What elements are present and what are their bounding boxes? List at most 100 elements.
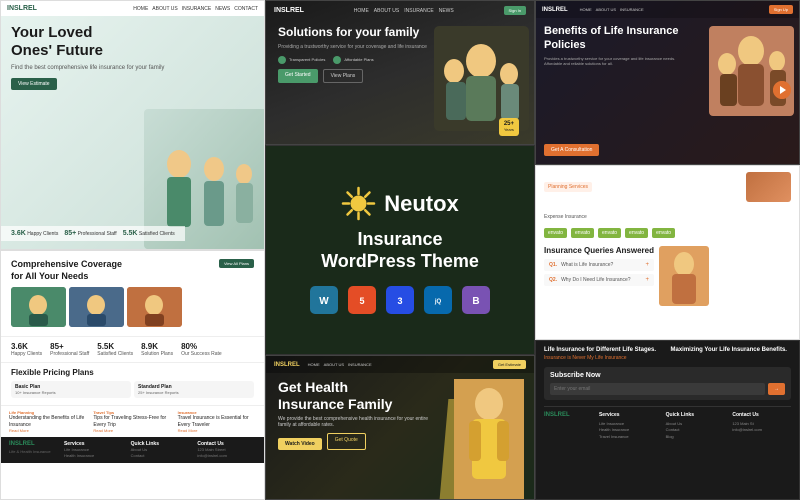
feature-transparent: Transparent Policies (278, 56, 325, 64)
card-center-hero: INSLREL HOME ABOUT US INSURANCE NEWS Sig… (265, 0, 535, 145)
orange-circle-button[interactable] (773, 81, 791, 99)
coverage-img-3 (127, 287, 182, 327)
get-estimate-button[interactable]: Get Estimate (493, 360, 526, 369)
cnav-home[interactable]: HOME (354, 8, 369, 14)
svg-text:jQ: jQ (434, 299, 442, 305)
footer-links-col: Quick Links About Us Contact (131, 441, 190, 459)
blog-items: Life Planning Understanding the Benefits… (9, 410, 256, 433)
nav-contact[interactable]: CONTACT (234, 6, 258, 12)
footer-right-services: Services Life Insurance Health Insurance… (599, 412, 658, 440)
get-health-subtitle: We provide the best comprehensive health… (278, 416, 438, 428)
years-badge: 25+Years (499, 118, 519, 136)
features-row: Transparent Policies Affordable Plans (278, 56, 428, 64)
stat-8.9k: 8.9K Solution Plans (141, 342, 173, 357)
expand-icon-2[interactable]: + (645, 277, 649, 283)
right-column: INSLREL HOME ABOUT US INSURANCE Sign Up … (535, 0, 800, 500)
subscribe-email-input[interactable] (550, 383, 765, 395)
query-item-2[interactable]: Q2. Why Do I Need Life Insurance? + (544, 274, 654, 286)
sign-up-button[interactable]: Sign Up (769, 5, 793, 14)
nav-home[interactable]: HOME (133, 6, 148, 12)
right-nav-links: HOME ABOUT US INSURANCE (580, 7, 644, 12)
nav-insurance[interactable]: INSURANCE (182, 6, 211, 12)
rnav-insurance[interactable]: INSURANCE (620, 7, 644, 12)
person-img-queries (659, 246, 709, 311)
center-hero-title: Solutions for your family (278, 25, 428, 41)
gh-nav-insurance[interactable]: INSURANCE (348, 362, 372, 367)
bootstrap-icon: B (462, 286, 490, 314)
mid-right-header: Planning Services (544, 172, 791, 202)
footer-contact-col: Contact Us 123 Main Street info@inslrel.… (197, 441, 256, 459)
consultation-btn[interactable]: Get A Consultation (544, 144, 599, 156)
footer-right-links: Quick Links About Us Contact Blog (666, 412, 725, 440)
card-hero-family: INSLREL HOME ABOUT US INSURANCE NEWS CON… (0, 0, 265, 250)
blog-item-3: Insurance Travel Insurance is Essential … (178, 410, 256, 433)
queries-section: Insurance Queries Answered Q1. What is L… (544, 246, 791, 311)
top-nav-bar: INSLREL HOME ABOUT US INSURANCE NEWS CON… (1, 1, 264, 16)
envato-badge-2: envato (571, 228, 594, 238)
sun-icon (341, 186, 376, 221)
center-family-image (434, 26, 529, 131)
envato-badge-5: envato (652, 228, 675, 238)
query-item-1[interactable]: Q1. What is Life Insurance? + (544, 259, 654, 271)
expense-insurance-label: Expense Insurance (544, 205, 791, 223)
stat-80pct: 80% Our Success Rate (181, 342, 222, 357)
pricing-card-standard: Standard Plan 25+ Insurance Reports (134, 381, 254, 398)
stat-85plus: 85+ Professional Staff (50, 342, 89, 357)
right-logo: INSLREL (542, 7, 568, 13)
pricing-card-basic: Basic Plan 10+ Insurance Reports (11, 381, 131, 398)
center-logo: INSLREL (274, 7, 304, 14)
logo: INSLREL (7, 5, 37, 12)
subscribe-submit-button[interactable]: → (768, 383, 785, 395)
rnav-about[interactable]: ABOUT US (596, 7, 616, 12)
pricing-grid: Basic Plan 10+ Insurance Reports Standar… (11, 381, 254, 398)
hero-content: Your Loved Ones' Future Find the best co… (1, 16, 264, 98)
nav-about[interactable]: ABOUT US (152, 6, 177, 12)
cnav-news[interactable]: NEWS (439, 8, 454, 14)
stats-bar: 3.6K Happy Clients 85+ Professional Staf… (1, 336, 264, 362)
center-hero-text: Providing a trustworthy service for your… (278, 44, 428, 51)
get-quote-btn[interactable]: Get Quote (327, 433, 366, 450)
planning-img (746, 172, 791, 202)
rnav-home[interactable]: HOME (580, 7, 592, 12)
expand-icon-1[interactable]: + (645, 262, 649, 268)
stats-row: 3.6K Happy Clients 85+ Professional Staf… (1, 226, 185, 241)
svg-text:5: 5 (359, 296, 364, 306)
gh-nav-home[interactable]: HOME (308, 362, 320, 367)
right-nav: INSLREL HOME ABOUT US INSURANCE Sign Up (536, 1, 799, 18)
svg-text:B: B (472, 296, 479, 307)
blog-strip: Life Planning Understanding the Benefits… (1, 405, 264, 437)
cnav-insurance[interactable]: INSURANCE (404, 8, 433, 14)
view-all-plans-btn[interactable]: View All Plans (219, 259, 254, 268)
br-top-row: Life Insurance for Different Life Stages… (544, 347, 791, 361)
brand-subtitle: Insurance WordPress Theme (321, 229, 479, 272)
card-queries: Planning Services Expense Insurance enva… (535, 165, 800, 340)
sign-in-button[interactable]: Sign In (504, 6, 526, 15)
get-health-logo: INSLREL (274, 362, 300, 368)
html5-icon: 5 (348, 286, 376, 314)
card-subscribe: Life Insurance for Different Life Stages… (535, 340, 800, 500)
coverage-img-2 (69, 287, 124, 327)
blog-item-1: Life Planning Understanding the Benefits… (9, 410, 87, 433)
nav-news[interactable]: NEWS (215, 6, 230, 12)
brand-center-section: Neutox Insurance WordPress Theme W 5 (265, 145, 535, 355)
envato-badges: envato envato envato envato envato (544, 228, 791, 238)
card-benefits: INSLREL HOME ABOUT US INSURANCE Sign Up … (535, 0, 800, 165)
cnav-about[interactable]: ABOUT US (374, 8, 399, 14)
pricing-title: Flexible Pricing Plans (11, 368, 254, 377)
blog-item-2: Travel Tips Tips for Traveling Stress-Fr… (93, 410, 171, 433)
feature-icon-2 (333, 56, 341, 64)
css3-icon: 3 (386, 286, 414, 314)
svg-text:W: W (319, 296, 329, 307)
view-estimate-button[interactable]: View Estimate (11, 78, 57, 90)
footer-right-contact: Contact Us 123 Main St info@inslrel.com (732, 412, 791, 440)
center-column: INSLREL HOME ABOUT US INSURANCE NEWS Sig… (265, 0, 535, 500)
get-health-nav: INSLREL HOME ABOUT US INSURANCE Get Esti… (266, 356, 534, 373)
get-started-btn[interactable]: Get Started (278, 69, 318, 83)
left-column: INSLREL HOME ABOUT US INSURANCE NEWS CON… (0, 0, 265, 500)
watch-video-btn[interactable]: Watch Video (278, 438, 322, 450)
right-hero-text: Provides a trustworthy service for your … (544, 56, 684, 67)
subscribe-title: Subscribe Now (550, 372, 785, 379)
br-section-1: Life Insurance for Different Life Stages… (544, 347, 665, 361)
view-plans-btn[interactable]: View Plans (323, 69, 364, 83)
gh-nav-about[interactable]: ABOUT US (324, 362, 344, 367)
